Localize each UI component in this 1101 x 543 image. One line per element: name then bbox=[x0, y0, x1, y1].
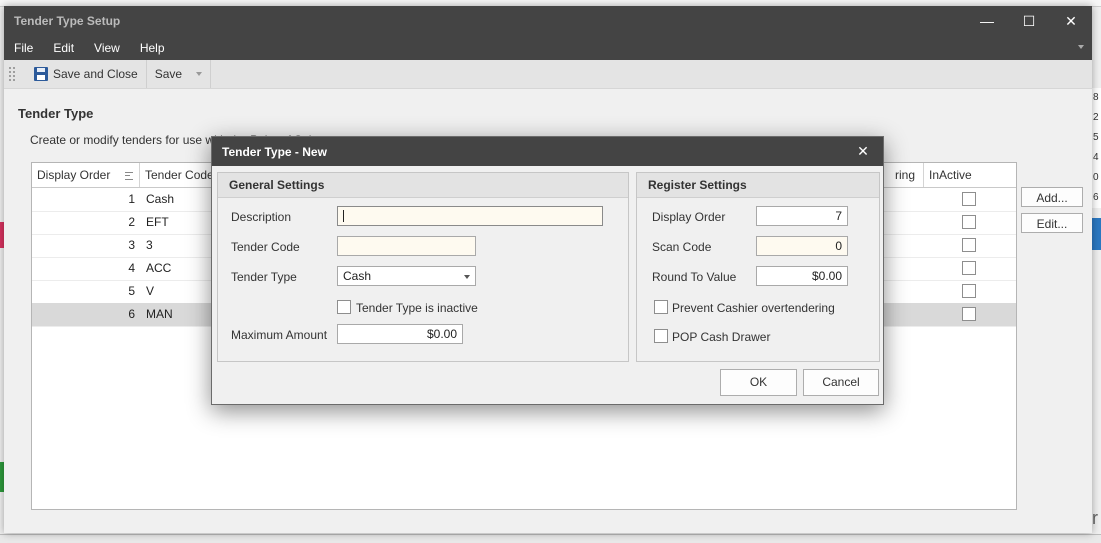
dialog-title: Tender Type - New bbox=[222, 144, 327, 159]
add-button[interactable]: Add... bbox=[1021, 187, 1083, 207]
description-input[interactable] bbox=[337, 206, 603, 226]
window-title: Tender Type Setup bbox=[14, 14, 121, 28]
sort-ascending-icon bbox=[125, 172, 133, 180]
save-and-close-button[interactable]: Save and Close bbox=[26, 60, 146, 88]
menu-overflow-icon[interactable] bbox=[1078, 45, 1084, 49]
dialog-close-icon[interactable]: ✕ bbox=[843, 143, 883, 160]
general-settings-heading: General Settings bbox=[218, 173, 628, 198]
column-header-inactive[interactable]: InActive bbox=[924, 163, 1016, 187]
toolbar-separator bbox=[210, 60, 212, 88]
inactive-checkbox[interactable] bbox=[962, 215, 976, 229]
window-titlebar: Tender Type Setup — ☐ ✕ bbox=[4, 6, 1092, 36]
description-label: Description bbox=[231, 210, 292, 224]
register-settings-heading: Register Settings bbox=[637, 173, 879, 198]
display-order-input[interactable]: 7 bbox=[756, 206, 848, 226]
pop-cash-drawer-checkbox[interactable] bbox=[654, 329, 668, 343]
tender-type-value: Cash bbox=[343, 269, 372, 283]
toolbar: Save and Close Save bbox=[4, 60, 1092, 89]
inactive-checkbox[interactable] bbox=[962, 307, 976, 321]
tender-inactive-checkbox[interactable] bbox=[337, 300, 351, 314]
column-header-label: InActive bbox=[929, 168, 972, 182]
scan-code-value: 0 bbox=[835, 239, 842, 253]
display-order-value: 7 bbox=[835, 209, 842, 223]
cell-display-order: 4 bbox=[128, 261, 135, 275]
menu-view[interactable]: View bbox=[84, 41, 130, 55]
tender-type-new-dialog: Tender Type - New ✕ General Settings Des… bbox=[211, 136, 884, 405]
cell-display-order: 5 bbox=[128, 284, 135, 298]
cell-display-order: 2 bbox=[128, 215, 135, 229]
edit-button[interactable]: Edit... bbox=[1021, 213, 1083, 233]
cell-display-order: 3 bbox=[128, 238, 135, 252]
toolbar-grip-icon[interactable] bbox=[8, 66, 16, 82]
prevent-overtendering-label[interactable]: Prevent Cashier overtendering bbox=[672, 301, 835, 315]
background-digit: 2 bbox=[1093, 112, 1099, 123]
pop-cash-drawer-label[interactable]: POP Cash Drawer bbox=[672, 330, 770, 344]
section-title: Tender Type bbox=[18, 106, 94, 121]
cancel-button[interactable]: Cancel bbox=[803, 369, 879, 396]
minimize-icon[interactable]: — bbox=[966, 6, 1008, 36]
menu-bar: File Edit View Help bbox=[4, 36, 1092, 60]
inactive-checkbox[interactable] bbox=[962, 284, 976, 298]
column-header-label: Tender Code bbox=[145, 168, 214, 182]
background-blue-bar bbox=[1092, 218, 1101, 250]
save-icon bbox=[34, 67, 48, 81]
maximize-icon[interactable]: ☐ bbox=[1008, 6, 1050, 36]
cell-display-order: 1 bbox=[128, 192, 135, 206]
column-header-label: Display Order bbox=[37, 168, 111, 182]
menu-help[interactable]: Help bbox=[130, 41, 175, 55]
tender-type-label: Tender Type bbox=[231, 270, 297, 284]
general-settings-panel: General Settings Description Tender Code… bbox=[217, 172, 629, 362]
background-digit: 4 bbox=[1093, 152, 1099, 163]
tender-code-label: Tender Code bbox=[231, 240, 300, 254]
menu-edit[interactable]: Edit bbox=[43, 41, 84, 55]
scan-code-label: Scan Code bbox=[652, 240, 712, 254]
dialog-titlebar: Tender Type - New ✕ bbox=[212, 137, 883, 166]
tender-inactive-label[interactable]: Tender Type is inactive bbox=[356, 301, 478, 315]
prevent-overtendering-checkbox[interactable] bbox=[654, 300, 668, 314]
menu-file[interactable]: File bbox=[4, 41, 43, 55]
round-to-value-value: $0.00 bbox=[811, 269, 842, 283]
column-header-display-order[interactable]: Display Order bbox=[32, 163, 140, 187]
background-digit: 6 bbox=[1093, 192, 1099, 203]
tender-type-select[interactable]: Cash bbox=[337, 266, 476, 286]
text-cursor bbox=[343, 210, 344, 222]
chevron-down-icon bbox=[464, 275, 470, 279]
background-glyph: r bbox=[1092, 508, 1098, 528]
cell-display-order: 6 bbox=[128, 307, 135, 321]
inactive-checkbox[interactable] bbox=[962, 192, 976, 206]
save-button[interactable]: Save bbox=[147, 60, 210, 88]
round-to-value-label: Round To Value bbox=[652, 270, 737, 284]
scan-code-input[interactable]: 0 bbox=[756, 236, 848, 256]
background-digit: 0 bbox=[1093, 172, 1099, 183]
background-digit: 8 bbox=[1093, 92, 1099, 103]
close-icon[interactable]: ✕ bbox=[1050, 6, 1092, 36]
round-to-value-input[interactable]: $0.00 bbox=[756, 266, 848, 286]
save-dropdown-icon[interactable] bbox=[196, 72, 203, 76]
maximum-amount-value: $0.00 bbox=[426, 327, 457, 341]
display-order-label: Display Order bbox=[652, 210, 726, 224]
column-header-label: ring bbox=[894, 168, 915, 182]
inactive-checkbox[interactable] bbox=[962, 238, 976, 252]
inactive-checkbox[interactable] bbox=[962, 261, 976, 275]
maximum-amount-input[interactable]: $0.00 bbox=[337, 324, 463, 344]
save-label: Save bbox=[154, 67, 183, 81]
background-digit: 5 bbox=[1093, 132, 1099, 143]
maximum-amount-label: Maximum Amount bbox=[231, 328, 328, 342]
save-and-close-label: Save and Close bbox=[53, 67, 138, 81]
ok-button[interactable]: OK bbox=[720, 369, 797, 396]
register-settings-panel: Register Settings Display Order 7 Scan C… bbox=[636, 172, 880, 362]
tender-code-input[interactable] bbox=[337, 236, 476, 256]
